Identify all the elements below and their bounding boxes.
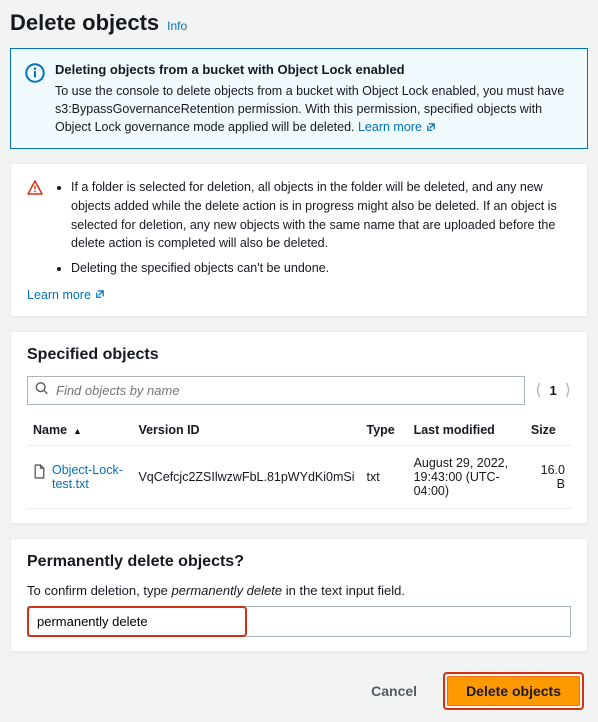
confirm-input[interactable] [31, 610, 243, 633]
specified-objects-panel: Specified objects ⟨ 1 ⟩ Name Version ID … [10, 331, 588, 524]
cell-modified: August 29, 2022, 19:43:00 (UTC-04:00) [408, 445, 525, 508]
page-number: 1 [550, 383, 557, 398]
info-icon [25, 63, 45, 136]
objects-table: Name Version ID Type Last modified Size … [27, 415, 571, 509]
warning-item: Deleting the specified objects can't be … [71, 259, 571, 278]
col-modified[interactable]: Last modified [408, 415, 525, 446]
table-row: Object-Lock-test.txt VqCefcjc2ZSIlwzwFbL… [27, 445, 571, 508]
alert-title: Deleting objects from a bucket with Obje… [55, 61, 573, 80]
delete-button-highlight: Delete objects [443, 672, 584, 710]
object-link[interactable]: Object-Lock-test.txt [52, 463, 126, 491]
confirm-title: Permanently delete objects? [27, 553, 571, 571]
alert-body: To use the console to delete objects fro… [55, 84, 564, 134]
prev-page-button[interactable]: ⟨ [535, 380, 541, 400]
warnings-panel: If a folder is selected for deletion, al… [10, 163, 588, 317]
file-icon [33, 464, 46, 482]
object-lock-alert: Deleting objects from a bucket with Obje… [10, 48, 588, 149]
specified-objects-title: Specified objects [27, 346, 571, 364]
col-name[interactable]: Name [27, 415, 132, 446]
search-icon [35, 382, 49, 399]
learn-more-link[interactable]: Learn more [27, 288, 105, 302]
info-link[interactable]: Info [167, 19, 187, 33]
warning-item: If a folder is selected for deletion, al… [71, 178, 571, 253]
page-title: Delete objects [10, 10, 159, 36]
footer: Cancel Delete objects [10, 666, 588, 712]
col-version[interactable]: Version ID [132, 415, 360, 446]
confirm-prompt: To confirm deletion, type permanently de… [27, 583, 571, 598]
cell-size: 16.0 B [525, 445, 571, 508]
external-link-icon [94, 289, 105, 300]
learn-more-label: Learn more [27, 288, 91, 302]
next-page-button[interactable]: ⟩ [565, 380, 571, 400]
confirm-panel: Permanently delete objects? To confirm d… [10, 538, 588, 652]
col-type[interactable]: Type [360, 415, 407, 446]
learn-more-link[interactable]: Learn more [358, 118, 436, 136]
warning-icon [27, 180, 43, 284]
confirm-input-highlight [27, 606, 247, 637]
cell-type: txt [360, 445, 407, 508]
delete-objects-button[interactable]: Delete objects [447, 676, 580, 706]
cancel-button[interactable]: Cancel [359, 675, 429, 707]
external-link-icon [425, 122, 436, 133]
cell-version: VqCefcjc2ZSIlwzwFbL.81pWYdKi0mSi [132, 445, 360, 508]
learn-more-label: Learn more [358, 118, 422, 136]
col-size[interactable]: Size [525, 415, 571, 446]
pagination: ⟨ 1 ⟩ [535, 380, 571, 400]
search-input[interactable] [27, 376, 525, 405]
